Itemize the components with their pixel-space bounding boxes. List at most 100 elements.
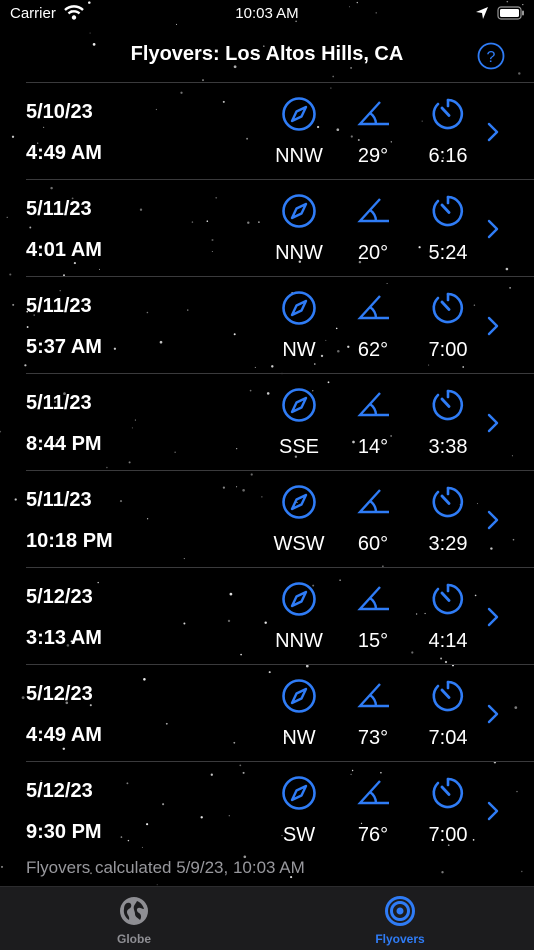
duration-column: 5:24 (413, 180, 483, 265)
direction-column: WSW (264, 471, 334, 556)
tab-globe[interactable]: Globe (74, 895, 194, 946)
elevation-column: 76° (338, 762, 408, 847)
direction-column: NNW (264, 83, 334, 168)
angle-icon (357, 101, 389, 126)
flyover-row[interactable]: 5/10/23 4:49 AM NNW 29° 6:16 (26, 82, 534, 179)
flyover-time: 10:18 PM (26, 530, 113, 552)
elevation-column: 60° (338, 471, 408, 556)
svg-text:?: ? (487, 49, 496, 66)
tab-flyovers-label: Flyovers (375, 932, 425, 946)
flyover-direction: NNW (275, 242, 323, 264)
angle-icon (357, 295, 389, 320)
compass-icon (282, 291, 316, 325)
flyover-row[interactable]: 5/12/23 3:13 AM NNW 15° 4:14 (26, 567, 534, 664)
flyover-row[interactable]: 5/11/23 5:37 AM NW 62° 7:00 (26, 276, 534, 373)
timer-icon (432, 195, 464, 227)
duration-column: 7:00 (413, 762, 483, 847)
duration-column: 7:04 (413, 665, 483, 750)
flyover-elevation: 14° (357, 436, 389, 458)
navigation-bar: Flyovers: Los Altos Hills, CA ? (0, 34, 534, 78)
timer-icon (432, 486, 464, 518)
flyover-duration: 5:24 (428, 242, 468, 264)
compass-icon (282, 582, 316, 616)
angle-icon (357, 586, 389, 611)
battery-icon (497, 6, 524, 20)
chevron-right-icon (487, 316, 499, 336)
duration-column: 6:16 (413, 83, 483, 168)
flyover-duration: 6:16 (428, 145, 468, 167)
flyover-time: 4:49 AM (26, 724, 102, 746)
compass-icon (282, 776, 316, 810)
flyover-elevation: 76° (357, 824, 389, 846)
status-bar: Carrier 10:03 AM (0, 0, 534, 30)
flyover-time: 3:13 AM (26, 627, 102, 649)
flyover-elevation: 73° (357, 727, 389, 749)
question-circle-icon[interactable]: ? (477, 42, 505, 70)
elevation-column: 29° (338, 83, 408, 168)
flyover-direction: WSW (273, 533, 325, 555)
compass-icon (282, 679, 316, 713)
flyover-elevation: 29° (357, 145, 389, 167)
flyover-time: 5:37 AM (26, 336, 102, 358)
compass-icon (282, 97, 316, 131)
flyover-duration: 7:04 (428, 727, 468, 749)
flyover-duration: 7:00 (428, 339, 468, 361)
compass-icon (282, 194, 316, 228)
direction-column: SW (264, 762, 334, 847)
angle-icon (357, 683, 389, 708)
flyover-row[interactable]: 5/11/23 8:44 PM SSE 14° 3:38 (26, 373, 534, 470)
flyovers-target-icon (385, 896, 415, 926)
duration-column: 3:38 (413, 374, 483, 459)
tab-flyovers[interactable]: Flyovers (340, 895, 460, 946)
flyover-direction: NNW (275, 145, 323, 167)
duration-column: 3:29 (413, 471, 483, 556)
flyover-elevation: 60° (357, 533, 389, 555)
flyover-duration: 3:29 (428, 533, 468, 555)
angle-icon (357, 489, 389, 514)
chevron-right-icon (487, 510, 499, 530)
flyover-date: 5/11/23 (26, 295, 92, 317)
elevation-column: 15° (338, 568, 408, 653)
calculated-footer: Flyovers calculated 5/9/23, 10:03 AM (26, 858, 305, 877)
flyover-row[interactable]: 5/11/23 4:01 AM NNW 20° 5:24 (26, 179, 534, 276)
page-title: Flyovers: Los Altos Hills, CA (130, 43, 404, 65)
timer-icon (432, 680, 464, 712)
angle-icon (357, 780, 389, 805)
flyover-row[interactable]: 5/11/23 10:18 PM WSW 60° 3:29 (26, 470, 534, 567)
timer-icon (432, 583, 464, 615)
flyover-date: 5/12/23 (26, 586, 93, 608)
direction-column: SSE (264, 374, 334, 459)
timer-icon (432, 389, 464, 421)
flyover-elevation: 20° (357, 242, 389, 264)
flyover-row[interactable]: 5/12/23 9:30 PM SW 76° 7:00 (26, 761, 534, 858)
duration-column: 4:14 (413, 568, 483, 653)
flyover-duration: 4:14 (428, 630, 468, 652)
flyover-date: 5/12/23 (26, 683, 93, 705)
flyover-elevation: 15° (357, 630, 389, 652)
globe-icon (120, 897, 148, 925)
chevron-right-icon (487, 607, 499, 627)
elevation-column: 20° (338, 180, 408, 265)
flyover-direction: NNW (275, 630, 323, 652)
direction-column: NW (264, 277, 334, 362)
chevron-right-icon (487, 413, 499, 433)
flyover-time: 4:01 AM (26, 239, 102, 261)
duration-column: 7:00 (413, 277, 483, 362)
chevron-right-icon (487, 704, 499, 724)
compass-icon (282, 485, 316, 519)
flyover-date: 5/12/23 (26, 780, 93, 802)
timer-icon (432, 777, 464, 809)
angle-icon (357, 198, 389, 223)
angle-icon (357, 392, 389, 417)
flyover-direction: SSE (278, 436, 320, 458)
flyover-date: 5/11/23 (26, 489, 92, 511)
flyover-list: 5/10/23 4:49 AM NNW 29° 6:16 5/11/23 4:0… (26, 82, 534, 858)
flyover-time: 4:49 AM (26, 142, 102, 164)
direction-column: NNW (264, 568, 334, 653)
flyover-duration: 7:00 (428, 824, 468, 846)
direction-column: NNW (264, 180, 334, 265)
flyover-row[interactable]: 5/12/23 4:49 AM NW 73° 7:04 (26, 664, 534, 761)
chevron-right-icon (487, 122, 499, 142)
flyover-time: 8:44 PM (26, 433, 102, 455)
flyover-direction: NW (282, 339, 316, 361)
